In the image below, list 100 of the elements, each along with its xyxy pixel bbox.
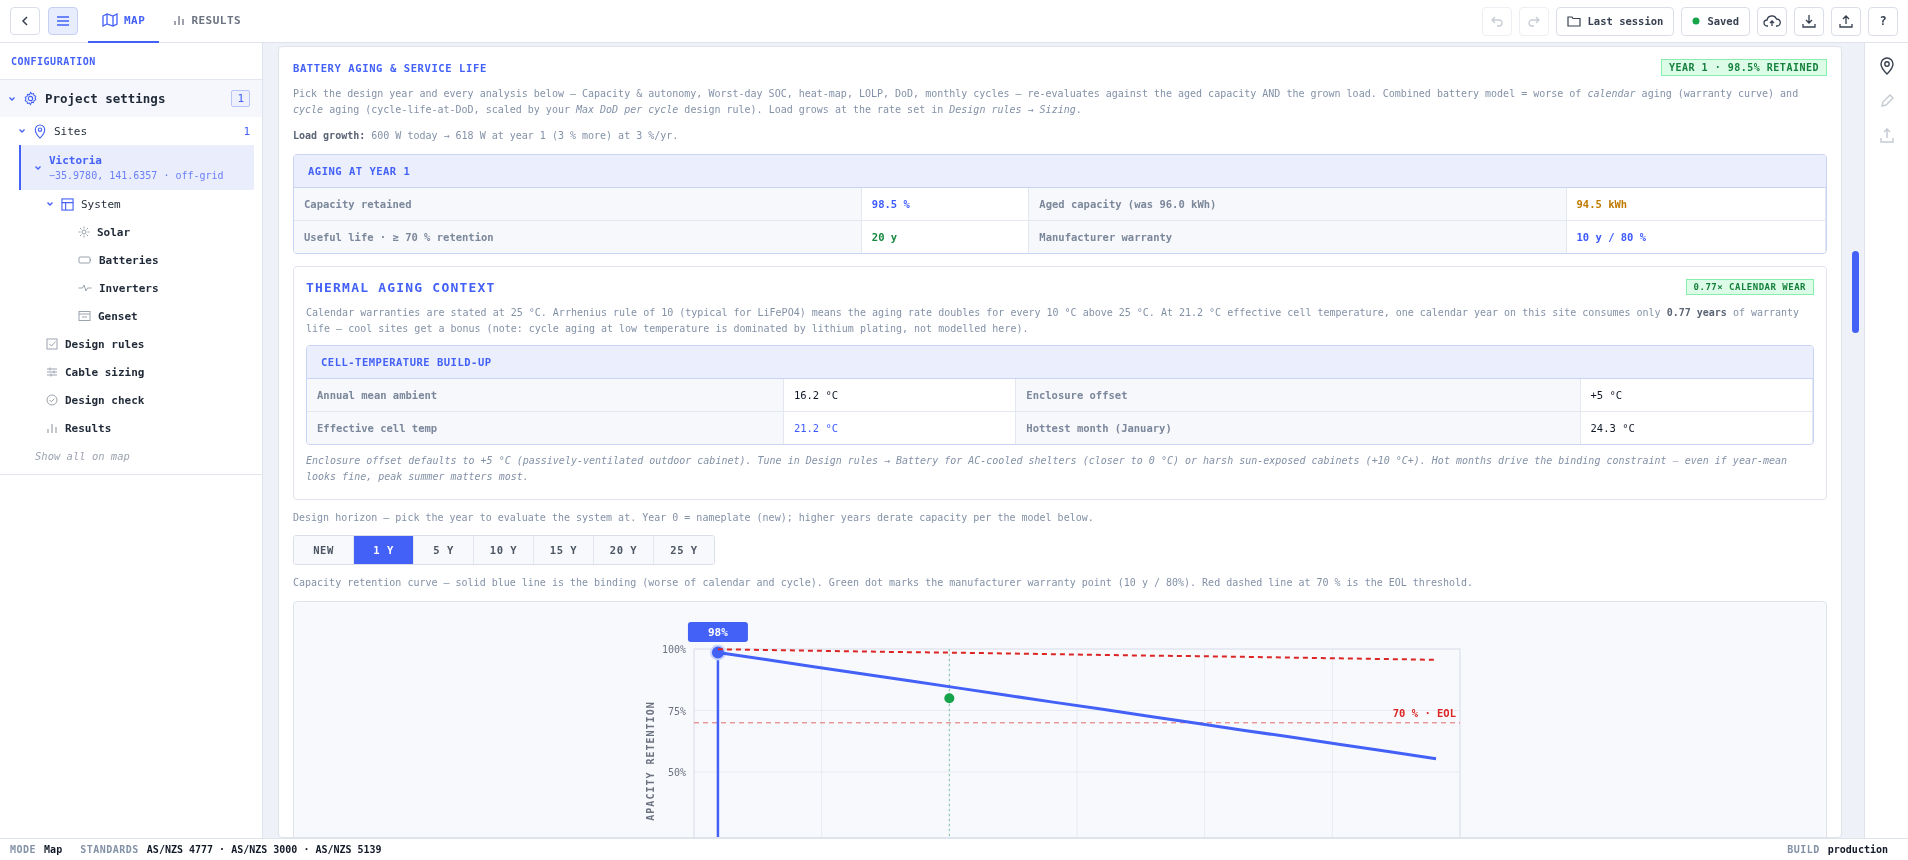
count-label: 1 (243, 124, 250, 138)
battery-icon (78, 255, 92, 265)
description-text: Pick the design year and every analysis below — Capacity & autonomy, Worst-day SOC, heat-map, LOLP, DoD, monthly cycles — re-evaluates against the aged capacity AND the grown load. Combined battery model = worse of calendar aging (warranty curve) and cycle aging (cycle-life-at-DoD, scaled by your Max DoD per cycle design rule). Load grows at the rate set in Design rules → Sizing. (293, 87, 1800, 117)
y-tick-label: 75% (667, 705, 686, 717)
table-cell: +5 °C (1579, 379, 1813, 411)
tree-item[interactable]: Project settings 1 (0, 80, 262, 117)
download-button[interactable] (1794, 6, 1824, 36)
menu-button[interactable] (48, 7, 78, 35)
folder-icon (1566, 15, 1581, 27)
settings-icon (23, 91, 38, 106)
tree-item[interactable]: Victoria −35.9780, 141.6357 · off-grid (19, 145, 254, 190)
year-option[interactable]: 20 Y (594, 536, 654, 564)
y-axis-title: APACITY RETENTION (645, 701, 656, 821)
chevron-icon[interactable] (46, 200, 54, 208)
count-badge: 1 (231, 90, 250, 107)
table-cell: 10 y / 80 % (1565, 221, 1826, 253)
upload-icon (1878, 127, 1895, 143)
location-pin-icon (33, 123, 47, 139)
status-dot-icon (1692, 17, 1701, 25)
table-cell: Manufacturer warranty (1029, 221, 1566, 253)
map-icon (102, 13, 118, 27)
tree-item[interactable]: Design rules (0, 330, 262, 358)
table-cell: Aged capacity (was 96.0 kWh) (1029, 188, 1566, 220)
y-tick-label: 100% (661, 644, 686, 655)
tree-item[interactable]: Cable sizing (0, 358, 262, 386)
threshold-label: 70 % · EOL (1392, 706, 1456, 719)
table-cell: Hottest month (January) (1016, 412, 1580, 444)
load-growth-text: Load growth: 600 W today → 618 W at year 1 (3 % more) at 3 %/yr. (293, 129, 680, 143)
table-title: CELL-TEMPERATURE BUILD-UP (307, 346, 1813, 379)
year-option[interactable]: 5 Y (414, 536, 474, 564)
status-label: BUILD (1787, 844, 1820, 855)
chevron-left-icon (19, 15, 31, 27)
year-option[interactable]: 15 Y (534, 536, 594, 564)
marker-value: 98% (708, 626, 728, 639)
help-button[interactable]: ? (1868, 6, 1898, 36)
layout-icon (61, 197, 74, 211)
cloud-upload-button[interactable] (1757, 6, 1787, 36)
nav-tab[interactable]: RESULTS (159, 0, 256, 43)
chart-caption: Capacity retention curve — solid blue line is the binding (worse of calendar and cycle). Green dot marks the manufacturer warranty point (10 y / 80%). Red dashed line at 70 % is the EOL threshold. (293, 576, 1475, 590)
table-cell: Enclosure offset (1016, 379, 1580, 411)
sliders-icon (46, 366, 58, 378)
chevron-icon[interactable] (18, 127, 26, 135)
status-badge: 0.77× CALENDAR WEAR (1685, 279, 1814, 295)
table-title: AGING AT YEAR 1 (294, 155, 1826, 188)
status-value: Map (44, 844, 63, 855)
table-cell: Capacity retained (294, 188, 861, 220)
tree-item[interactable]: Sites 1 (0, 117, 262, 145)
cloud-upload-icon (1763, 14, 1781, 28)
checkbox-icon (46, 338, 58, 350)
hint-text: Design horizon — pick the year to evaluate the system at. Year 0 = nameplate (new); higher years derate capacity per the model below. (293, 511, 1095, 525)
warranty-point (944, 693, 955, 704)
note-text: Enclosure offset defaults to +5 °C (passively-ventilated outdoor cabinet). Tune in Design rules → Battery for AC-cooled shelters (closer to 0 °C) or harsh sun-exposed cabinets (+10 °C+). Hot months drive the binding constraint — even if year-mean looks fine, peak summer matters most. (306, 454, 1789, 484)
marker-tooltip (687, 622, 748, 642)
back-button[interactable] (10, 7, 40, 35)
generator-icon (78, 310, 91, 322)
status-badge: YEAR 1 · 98.5% RETAINED (1661, 59, 1827, 76)
year-option[interactable]: NEW (294, 536, 354, 564)
undo-icon (1489, 15, 1504, 27)
year-marker (709, 644, 726, 661)
year-option[interactable]: 25 Y (654, 536, 714, 564)
year-option[interactable]: 10 Y (474, 536, 534, 564)
tree-item[interactable]: Results (0, 414, 262, 442)
scrollbar-thumb[interactable] (1852, 251, 1859, 333)
last-session-button[interactable]: Last session (1555, 6, 1675, 36)
nav-tab[interactable]: MAP (88, 0, 160, 43)
status-value: production (1827, 844, 1888, 855)
status-label: MODE (10, 844, 37, 855)
sun-icon (78, 226, 90, 238)
table-cell: Effective cell temp (307, 412, 783, 444)
table-cell: Useful life · ≥ 70 % retention (294, 221, 861, 253)
menu-icon (56, 15, 70, 27)
location-pin-icon (1878, 57, 1895, 75)
bar-chart-icon (46, 422, 58, 434)
table-cell: Annual mean ambient (307, 379, 783, 411)
y-tick-label: 50% (667, 767, 686, 778)
table-cell: 24.3 °C (1579, 412, 1813, 444)
section-title: THERMAL AGING CONTEXT (306, 279, 496, 295)
redo-icon (1526, 15, 1541, 27)
check-circle-icon (46, 394, 58, 406)
bar-chart-icon (173, 14, 186, 26)
tree-item[interactable]: Batteries (0, 246, 262, 274)
pencil-icon (1878, 93, 1895, 109)
status-value: AS/NZS 4777 · AS/NZS 3000 · AS/NZS 5139 (146, 844, 382, 855)
tree-item[interactable]: Design check (0, 386, 262, 414)
table-cell: 94.5 kWh (1565, 188, 1826, 220)
description-text: Calendar warranties are stated at 25 °C. Arrhenius rule of 10 (typical for LiFePO4) means the aging rate doubles for every 10 °C above 25 °C. At 21.2 °C effective cell temperature, one calendar year on this site consumes only 0.77 years of warranty life — cool sites get a bonus (note: cycle aging at low temperature is dominated by lithium plating, not modelled here). (306, 306, 1801, 336)
year-option[interactable]: 1 Y (354, 536, 414, 564)
chevron-icon[interactable] (8, 94, 16, 103)
status-label: STANDARDS (80, 844, 139, 855)
tree-item[interactable]: Solar (0, 218, 262, 246)
tree-item[interactable]: Inverters (0, 274, 262, 302)
export-button[interactable] (1831, 6, 1861, 36)
download-icon (1802, 14, 1816, 28)
upload-icon (1839, 14, 1853, 28)
tree-item[interactable]: Genset (0, 302, 262, 330)
section-title: BATTERY AGING & SERVICE LIFE (293, 61, 487, 74)
wave-icon (78, 283, 92, 293)
saved-button[interactable]: Saved (1681, 6, 1750, 36)
chevron-icon[interactable] (34, 163, 42, 172)
tree-item[interactable]: System (0, 190, 262, 218)
